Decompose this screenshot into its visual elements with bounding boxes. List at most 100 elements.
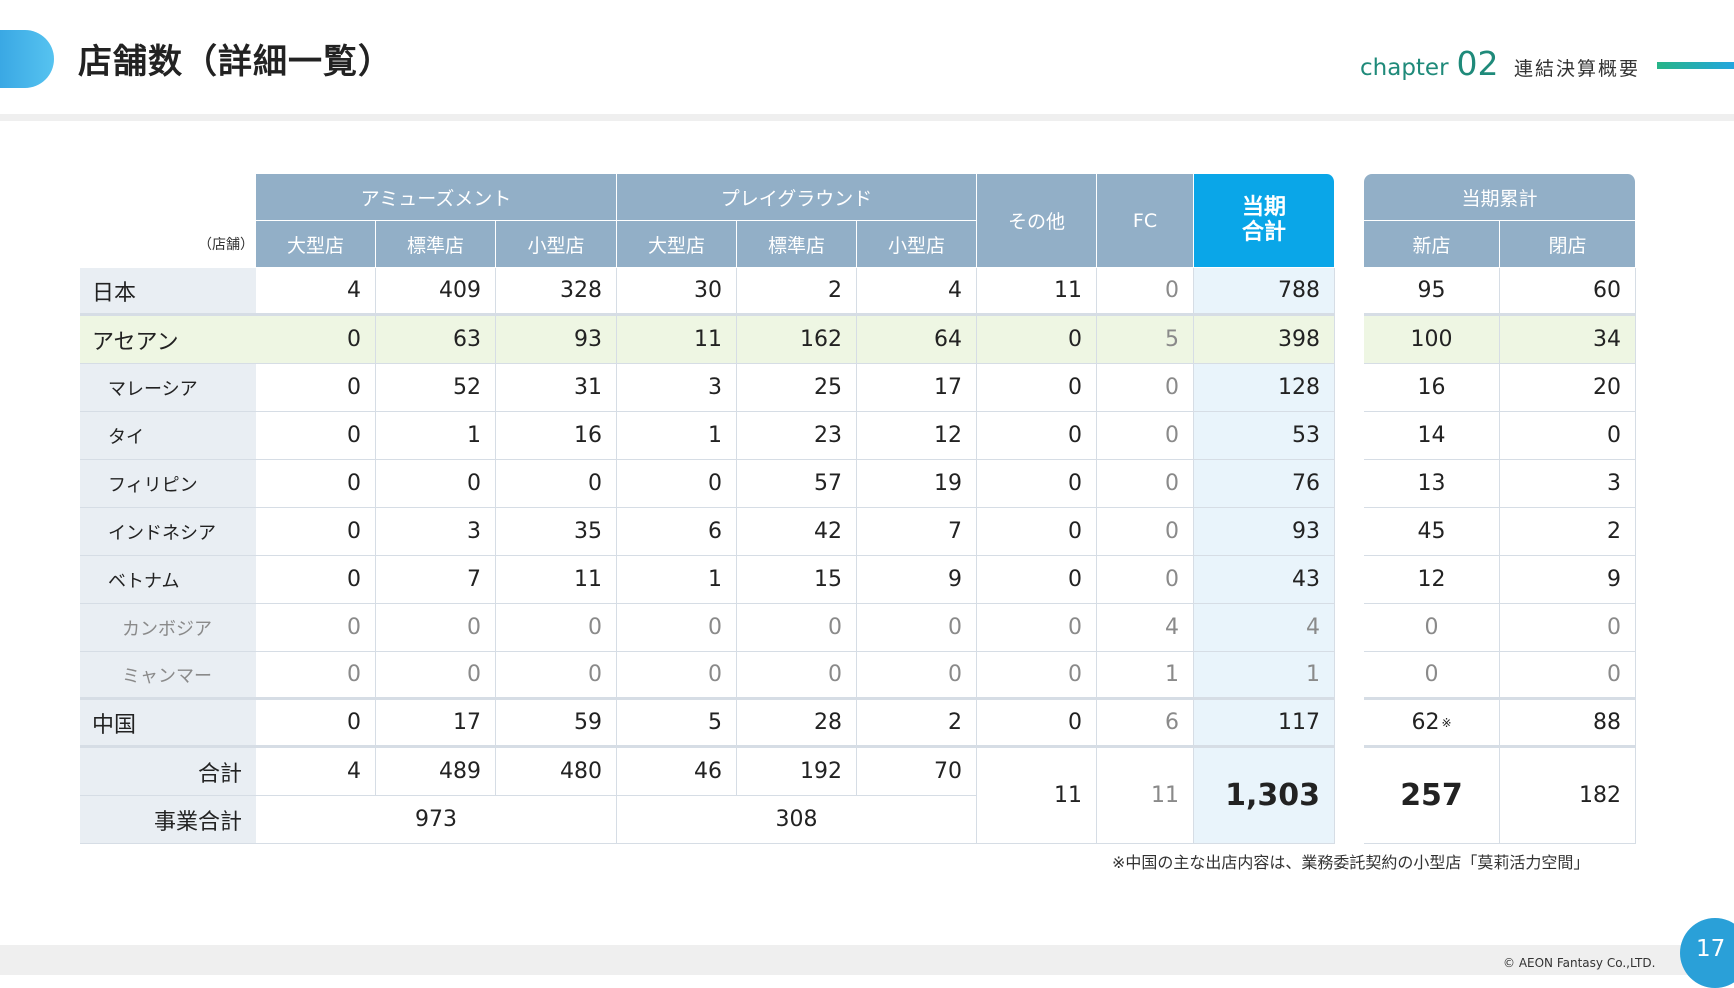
cumulative-closed-cell: 0 xyxy=(1500,412,1636,460)
data-cell: 1 xyxy=(617,412,737,460)
data-cell: 59 xyxy=(496,700,617,748)
data-cell: 11 xyxy=(617,316,737,364)
data-cell: 0 xyxy=(617,460,737,508)
data-cell: 0 xyxy=(256,508,376,556)
cumulative-new-cell: 12 xyxy=(1364,556,1500,604)
data-cell: 2 xyxy=(737,268,857,316)
header-amusement: アミューズメント xyxy=(256,174,617,221)
page-number: 17 xyxy=(1696,936,1726,962)
data-cell: 15 xyxy=(737,556,857,604)
data-cell: 0 xyxy=(977,556,1097,604)
data-cell: 5 xyxy=(1097,316,1194,364)
data-cell: 0 xyxy=(1097,364,1194,412)
data-cell: 0 xyxy=(977,316,1097,364)
total-cell: 480 xyxy=(496,748,617,796)
data-cell: 0 xyxy=(977,652,1097,700)
store-count-table: （店舗） アミューズメント プレイグラウンド その他 FC 当期 合計 大型店 標準店 小型店大… xyxy=(80,174,1340,846)
data-cell: 11 xyxy=(977,268,1097,316)
data-cell: 128 xyxy=(1194,364,1335,412)
data-cell: 117 xyxy=(1194,700,1335,748)
data-cell: 0 xyxy=(496,604,617,652)
data-cell: 3 xyxy=(617,364,737,412)
subheader-1: 標準店 xyxy=(376,221,496,268)
data-cell: 0 xyxy=(737,604,857,652)
cumulative-new-cell: 100 xyxy=(1364,316,1500,364)
chapter-indicator: chapter 02 xyxy=(1360,44,1499,83)
row-label: タイ xyxy=(80,412,256,460)
china-note-mark: ※ xyxy=(1441,715,1452,730)
data-cell: 788 xyxy=(1194,268,1335,316)
data-cell: 11 xyxy=(496,556,617,604)
cumulative-new-value: 13 xyxy=(1417,471,1446,496)
subheader-2: 小型店 xyxy=(496,221,617,268)
cumulative-new-value: 0 xyxy=(1424,662,1439,687)
data-cell: 93 xyxy=(1194,508,1335,556)
data-cell: 0 xyxy=(1097,412,1194,460)
data-cell: 6 xyxy=(1097,700,1194,748)
cumulative-col-closed: 閉店 xyxy=(1500,221,1636,268)
data-cell: 0 xyxy=(256,700,376,748)
cumulative-new-cell: 45 xyxy=(1364,508,1500,556)
data-cell: 0 xyxy=(376,604,496,652)
data-cell: 0 xyxy=(256,460,376,508)
data-cell: 57 xyxy=(737,460,857,508)
data-cell: 0 xyxy=(737,652,857,700)
cumulative-closed-cell: 3 xyxy=(1500,460,1636,508)
cumulative-new-value: 62 xyxy=(1411,710,1440,735)
row-label: 中国 xyxy=(80,700,256,748)
data-cell: 28 xyxy=(737,700,857,748)
business-total-playground: 308 xyxy=(617,796,977,844)
data-cell: 328 xyxy=(496,268,617,316)
data-cell: 0 xyxy=(496,652,617,700)
data-cell: 35 xyxy=(496,508,617,556)
data-cell: 5 xyxy=(617,700,737,748)
title-accent-tab xyxy=(0,30,54,88)
cumulative-closed-cell: 2 xyxy=(1500,508,1636,556)
header-playground: プレイグラウンド xyxy=(617,174,977,221)
data-cell: 0 xyxy=(256,316,376,364)
data-cell: 3 xyxy=(376,508,496,556)
total-cell: 4 xyxy=(256,748,376,796)
page-title: 店舗数（詳細一覧） xyxy=(78,42,393,82)
cumulative-new-value: 0 xyxy=(1424,615,1439,640)
cumulative-closed-cell: 0 xyxy=(1500,652,1636,700)
fc-total: 11 xyxy=(1097,748,1194,844)
data-cell: 63 xyxy=(376,316,496,364)
data-cell: 1 xyxy=(617,556,737,604)
cumulative-total-new: 257 xyxy=(1364,748,1500,844)
data-cell: 7 xyxy=(376,556,496,604)
data-cell: 53 xyxy=(1194,412,1335,460)
data-cell: 9 xyxy=(857,556,977,604)
data-cell: 19 xyxy=(857,460,977,508)
data-cell: 0 xyxy=(256,652,376,700)
data-cell: 1 xyxy=(1097,652,1194,700)
data-cell: 2 xyxy=(857,700,977,748)
row-label: カンボジア xyxy=(80,604,256,652)
subheader-5: 小型店 xyxy=(857,221,977,268)
data-cell: 0 xyxy=(376,652,496,700)
cumulative-closed-cell: 88 xyxy=(1500,700,1636,748)
header-other: その他 xyxy=(977,174,1097,268)
cumulative-new-value: 14 xyxy=(1417,423,1446,448)
total-cell: 70 xyxy=(857,748,977,796)
chapter-label: 連結決算概要 xyxy=(1514,58,1641,80)
cumulative-new-value: 95 xyxy=(1417,278,1446,303)
data-cell: 43 xyxy=(1194,556,1335,604)
data-cell: 93 xyxy=(496,316,617,364)
footnote: ※中国の主な出店内容は、業務委託契約の小型店「莫莉活力空間」 xyxy=(1112,853,1590,872)
row-label: マレーシア xyxy=(80,364,256,412)
data-cell: 30 xyxy=(617,268,737,316)
data-cell: 25 xyxy=(737,364,857,412)
cumulative-new-cell: 0 xyxy=(1364,604,1500,652)
cumulative-closed-cell: 20 xyxy=(1500,364,1636,412)
data-cell: 0 xyxy=(857,604,977,652)
data-cell: 76 xyxy=(1194,460,1335,508)
data-cell: 0 xyxy=(977,508,1097,556)
data-cell: 0 xyxy=(617,652,737,700)
data-cell: 4 xyxy=(1194,604,1335,652)
data-cell: 0 xyxy=(977,460,1097,508)
header-period-total: 当期 合計 xyxy=(1194,174,1335,268)
data-cell: 12 xyxy=(857,412,977,460)
data-cell: 0 xyxy=(256,364,376,412)
data-cell: 0 xyxy=(1097,268,1194,316)
